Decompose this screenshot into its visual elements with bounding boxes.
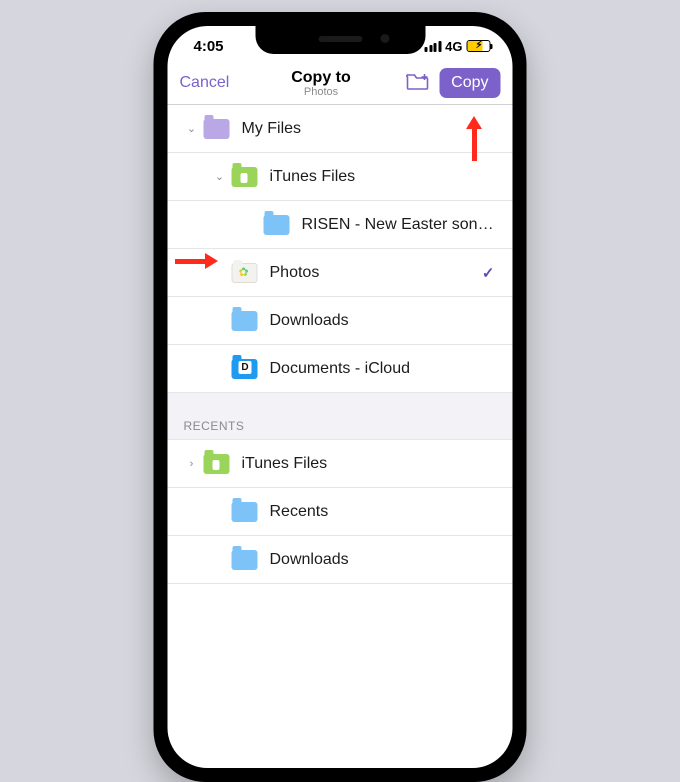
- battery-icon: ⚡︎: [467, 40, 491, 52]
- row-label: Documents - iCloud: [270, 360, 513, 378]
- tree-row-risen[interactable]: RISEN - New Easter song by...: [168, 201, 513, 249]
- screen: 4:05 4G ⚡︎ Cancel Copy to Photos Copy: [168, 26, 513, 768]
- row-label: iTunes Files: [242, 455, 513, 473]
- tree-row-photos[interactable]: Photos: [168, 249, 513, 297]
- folder-icon: [230, 309, 260, 333]
- tree-row-icloud[interactable]: Documents - iCloud: [168, 345, 513, 393]
- tree-row-my-files[interactable]: ⌄ My Files: [168, 105, 513, 153]
- chevron-down-icon[interactable]: ⌄: [182, 122, 202, 135]
- new-folder-icon[interactable]: [405, 71, 429, 96]
- row-label: Downloads: [270, 312, 513, 330]
- cancel-button[interactable]: Cancel: [180, 74, 230, 91]
- folder-icon: [202, 452, 232, 476]
- folder-icon: [202, 117, 232, 141]
- folder-icon: [230, 165, 260, 189]
- folder-list[interactable]: ⌄ My Files ⌄ iTunes Files RISEN - New Ea…: [168, 105, 513, 768]
- tree-row-downloads[interactable]: Downloads: [168, 297, 513, 345]
- network-label: 4G: [445, 39, 462, 54]
- notch: [255, 26, 425, 54]
- folder-icon: [230, 500, 260, 524]
- recent-row-downloads[interactable]: Downloads: [168, 536, 513, 584]
- tree-row-itunes[interactable]: ⌄ iTunes Files: [168, 153, 513, 201]
- nav-bar: Cancel Copy to Photos Copy: [168, 66, 513, 105]
- chevron-right-icon[interactable]: ›: [182, 458, 202, 470]
- photos-folder-icon: [230, 261, 260, 285]
- documents-icloud-icon: [230, 357, 260, 381]
- nav-subtitle: Photos: [242, 86, 401, 98]
- annotation-arrow-photos: [175, 253, 218, 269]
- folder-icon: [230, 548, 260, 572]
- nav-title: Copy to: [242, 69, 401, 87]
- chevron-down-icon[interactable]: ⌄: [210, 170, 230, 183]
- folder-icon: [262, 213, 292, 237]
- row-label: iTunes Files: [270, 168, 513, 186]
- status-time: 4:05: [194, 38, 224, 55]
- row-label: Downloads: [270, 551, 513, 569]
- copy-button[interactable]: Copy: [439, 68, 500, 98]
- row-label: RISEN - New Easter song by...: [302, 216, 513, 234]
- recent-row-recents[interactable]: Recents: [168, 488, 513, 536]
- row-label: Recents: [270, 503, 513, 521]
- recent-row-itunes[interactable]: › iTunes Files: [168, 440, 513, 488]
- section-header-recents: RECENTS: [168, 393, 513, 440]
- annotation-arrow-copy: [466, 108, 482, 161]
- signal-icon: [425, 41, 442, 52]
- row-label: Photos: [270, 264, 482, 282]
